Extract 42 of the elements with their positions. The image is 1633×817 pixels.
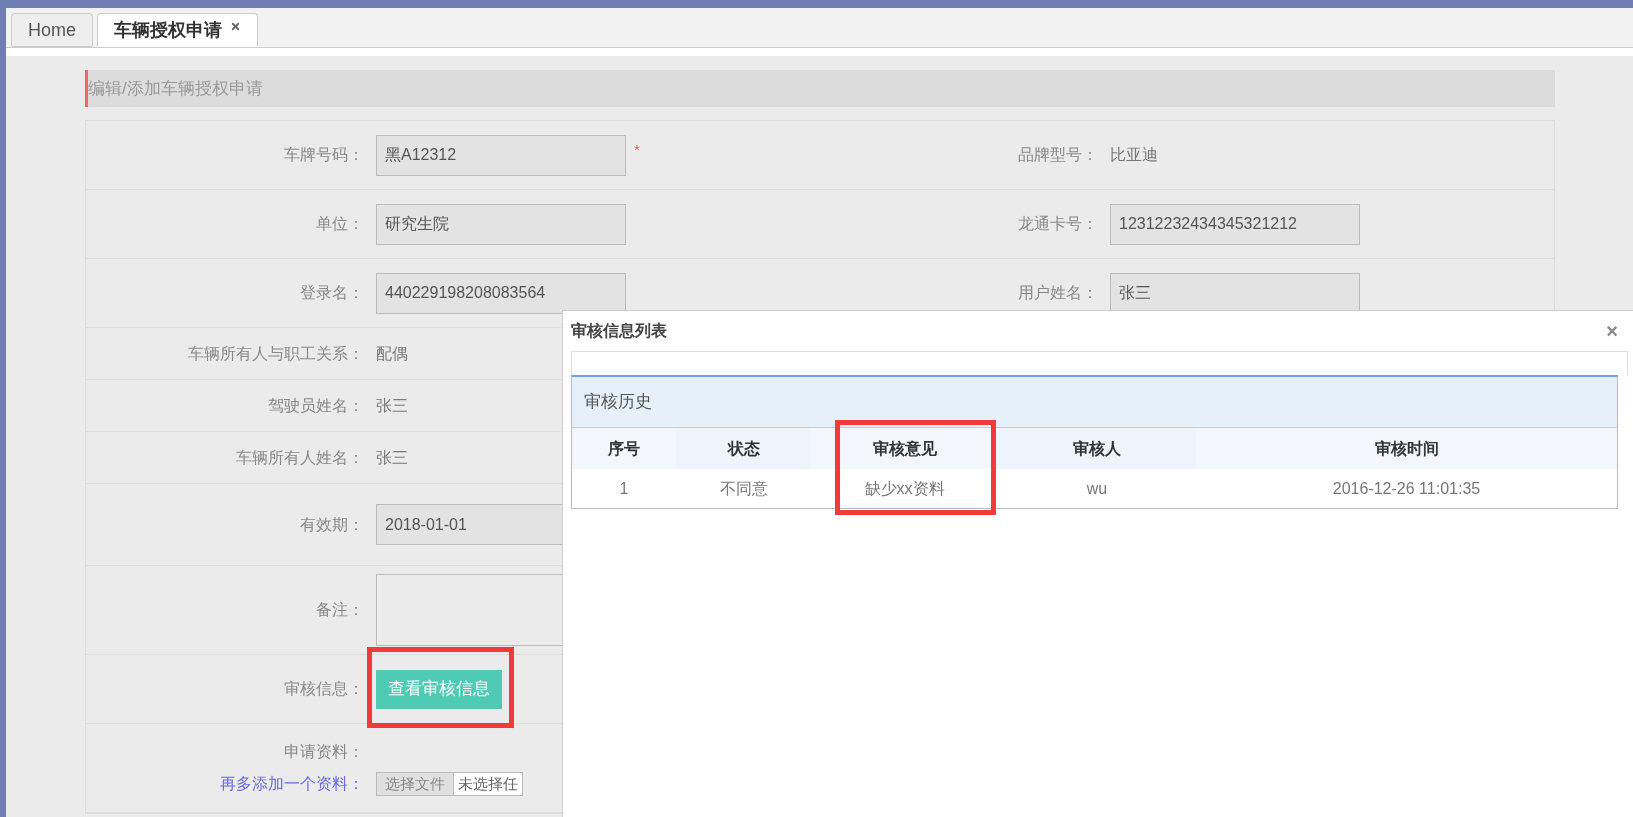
field-label: 单位： (316, 215, 364, 232)
text-field[interactable]: 440229198208083564 (376, 272, 626, 314)
required-mark: * (634, 139, 640, 160)
close-icon[interactable] (230, 20, 241, 32)
field-value: 张三 (376, 447, 408, 468)
column-header: 审核人 (998, 428, 1196, 469)
form-title-bar: 编辑/添加车辆授权申请 (85, 70, 1555, 107)
table-cell-text: 2016-12-26 11:01:35 (1331, 478, 1482, 499)
dialog-title: 审核信息列表 (571, 321, 667, 341)
table-cell-text: 不同意 (718, 478, 769, 499)
field-label: 登录名： (300, 284, 364, 301)
field-label: 车辆所有人与职工关系： (188, 344, 364, 362)
table-cell-text: wu (1085, 478, 1109, 499)
tab[interactable]: Home (11, 13, 93, 47)
field-value: 配偶 (376, 343, 408, 364)
field-label: 驾驶员姓名： (268, 396, 364, 414)
text-field[interactable]: 12312232434345321212 (1110, 203, 1360, 245)
column-header: 审核时间 (1196, 428, 1617, 469)
close-button[interactable]: × (1606, 316, 1618, 346)
table-cell-text: 1 (618, 478, 630, 499)
column-header: 审核意见 (811, 428, 998, 469)
field-value: 张三 (376, 395, 408, 416)
table-cell-text: 缺少xx资料 (863, 478, 946, 499)
column-header: 状态 (676, 428, 811, 469)
column-header: 序号 (572, 428, 676, 469)
field-label: 申请资料： (284, 742, 364, 762)
field-label: 有效期： (300, 515, 364, 533)
field-label: 品牌型号： (1018, 146, 1098, 163)
field-value: 比亚迪 (1110, 145, 1158, 165)
field-label: 龙通卡号： (1018, 215, 1098, 232)
panel-header: 审核历史 (572, 377, 1617, 428)
tab[interactable]: 车辆授权申请 (97, 13, 258, 47)
field-label: 审核信息： (284, 680, 364, 697)
field-label: 用户姓名： (1018, 284, 1098, 301)
file-status: 未选择任 (457, 773, 519, 794)
field-label: 车辆所有人姓名： (236, 448, 364, 466)
field-label: 备注： (316, 601, 364, 618)
text-field[interactable]: 黑A12312 (376, 134, 626, 176)
file-field[interactable]: 选择文件 未选择任 (376, 772, 523, 796)
field-label: 车牌号码： (284, 146, 364, 163)
text-field[interactable]: 研究生院 (376, 203, 626, 245)
add-more-link[interactable]: 再多添加一个资料： (220, 772, 364, 796)
